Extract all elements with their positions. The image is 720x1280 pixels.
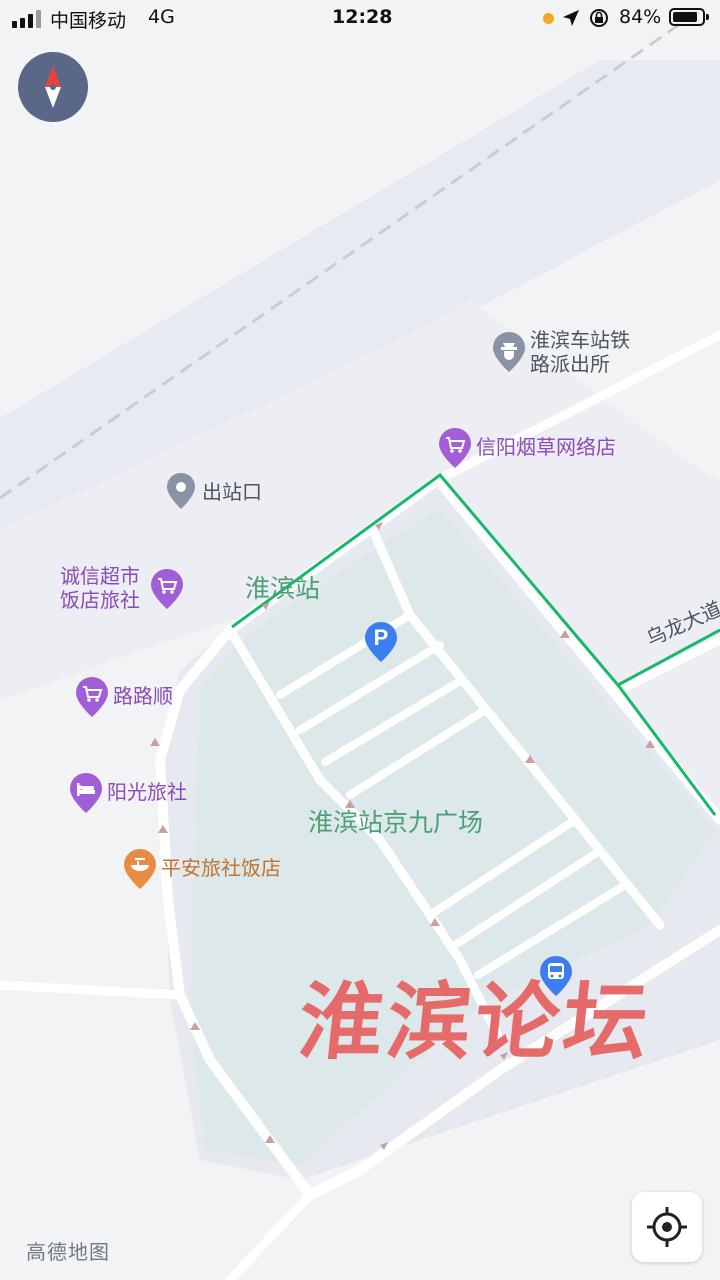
map-canvas[interactable]: [0, 0, 720, 1280]
shopping-cart-icon: [151, 569, 183, 609]
poi-lulushun-label: 路路顺: [113, 684, 173, 708]
location-pin-icon: [167, 473, 195, 509]
restaurant-icon: [124, 849, 156, 889]
forum-watermark: 淮滨论坛: [294, 972, 657, 1071]
plaza-label[interactable]: 淮滨站京九广场: [308, 808, 483, 838]
shopping-cart-icon: [439, 428, 471, 468]
poi-lulushun[interactable]: 路路顺: [75, 677, 195, 719]
station-label[interactable]: 淮滨站: [245, 574, 320, 604]
carrier-name: 中国移动: [50, 10, 127, 32]
map-attribution: 高德地图: [26, 1240, 110, 1264]
rotation-lock-icon: [590, 9, 608, 27]
poi-police-label-line1: 淮滨车站铁: [530, 328, 630, 352]
poi-tobacco-shop[interactable]: 信阳烟草网络店: [438, 428, 638, 470]
signal-icon: [12, 10, 41, 28]
poi-pingan-label: 平安旅社饭店: [161, 856, 281, 880]
bed-icon: [70, 773, 102, 813]
locate-icon: [647, 1207, 687, 1247]
poi-station-exit[interactable]: 出站口: [166, 473, 276, 513]
poi-pingan-restaurant[interactable]: 平安旅社饭店: [123, 849, 303, 891]
status-bar: 中国移动 4G 12:28 84%: [0, 0, 720, 36]
poi-tobacco-label: 信阳烟草网络店: [476, 435, 616, 459]
battery-icon: [669, 8, 709, 26]
poi-sunshine-label: 阳光旅社: [107, 780, 187, 804]
clock-time: 12:28: [332, 6, 393, 28]
poi-sunshine-hostel[interactable]: 阳光旅社: [69, 773, 199, 815]
network-type: 4G: [148, 6, 175, 28]
poi-supermarket-label-line2: 饭店旅社: [60, 588, 140, 612]
shopping-cart-icon: [76, 677, 108, 717]
poi-exit-label: 出站口: [202, 480, 262, 504]
locate-button[interactable]: [632, 1192, 702, 1262]
battery-percent: 84%: [619, 6, 662, 28]
police-icon: [493, 332, 525, 372]
poi-police-label-line2: 路派出所: [530, 352, 610, 376]
poi-supermarket-label-line1: 诚信超市: [60, 564, 140, 588]
parking-glyph: P: [373, 625, 389, 650]
location-arrow-icon: [563, 10, 579, 26]
poi-police-station[interactable]: 淮滨车站铁 路派出所: [492, 328, 652, 380]
parking-marker[interactable]: P: [364, 622, 398, 666]
compass-icon: [45, 66, 61, 108]
recording-dot-icon: [543, 13, 554, 24]
compass-button[interactable]: [18, 52, 88, 122]
poi-supermarket[interactable]: 诚信超市 饭店旅社: [60, 563, 190, 613]
